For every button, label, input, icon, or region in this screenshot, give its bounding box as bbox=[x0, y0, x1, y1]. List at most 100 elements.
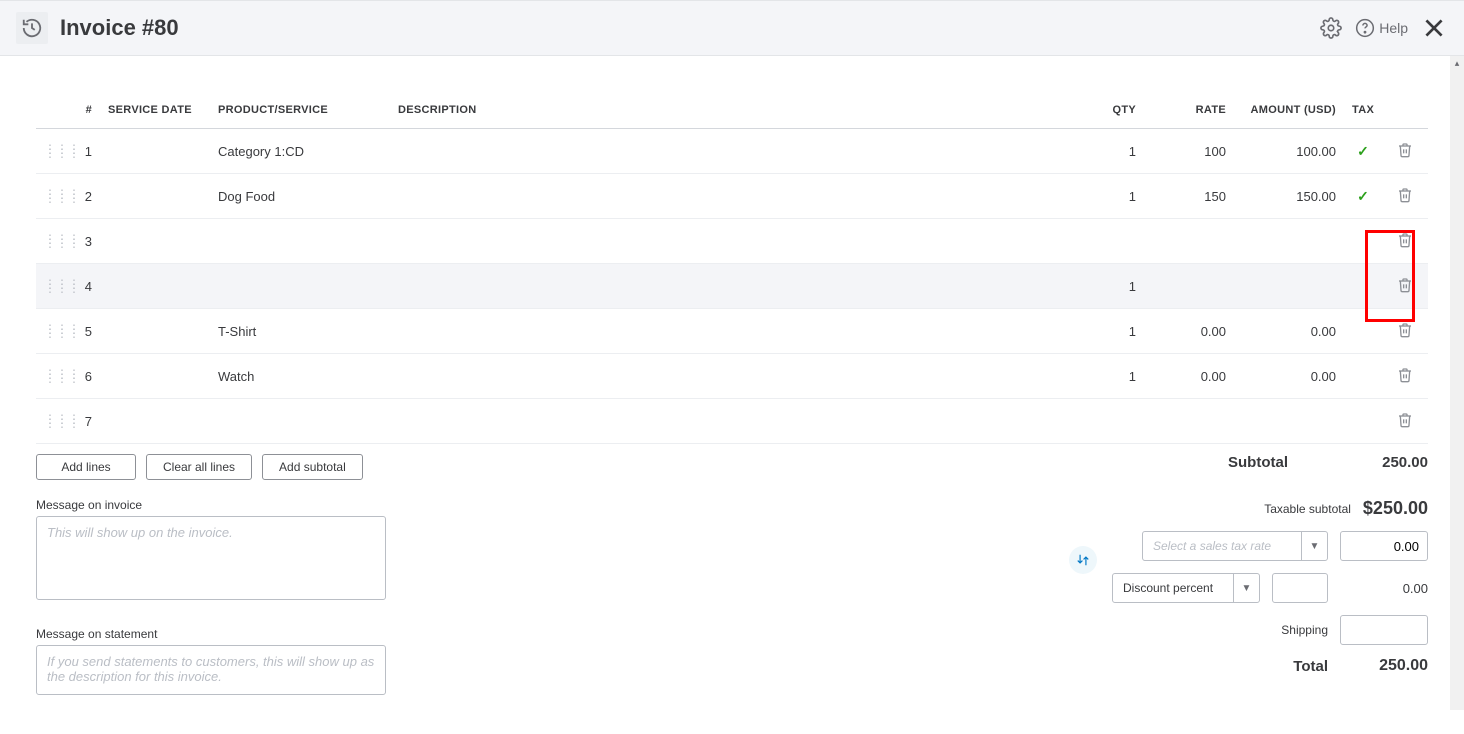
tax-rate-select[interactable]: Select a sales tax rate ▼ bbox=[1142, 531, 1328, 561]
recent-icon[interactable] bbox=[16, 12, 48, 44]
delete-row-button[interactable] bbox=[1382, 354, 1428, 399]
drag-handle-icon[interactable]: ⋮⋮⋮⋮⋮⋮ bbox=[36, 219, 64, 264]
line-items-table: # SERVICE DATE PRODUCT/SERVICE DESCRIPTI… bbox=[36, 92, 1428, 444]
amount-cell[interactable] bbox=[1234, 219, 1344, 264]
tax-cell[interactable] bbox=[1344, 399, 1382, 444]
product-cell[interactable]: T-Shirt bbox=[210, 309, 390, 354]
col-header-service-date: SERVICE DATE bbox=[100, 92, 210, 129]
product-cell[interactable]: Dog Food bbox=[210, 174, 390, 219]
gear-icon[interactable] bbox=[1319, 16, 1343, 40]
qty-cell[interactable]: 1 bbox=[1064, 129, 1144, 174]
subtotal-row: Subtotal 250.00 bbox=[1228, 454, 1428, 471]
tax-cell[interactable] bbox=[1344, 309, 1382, 354]
rate-cell[interactable] bbox=[1144, 399, 1234, 444]
delete-row-button[interactable] bbox=[1382, 129, 1428, 174]
qty-cell[interactable]: 1 bbox=[1064, 264, 1144, 309]
table-row[interactable]: ⋮⋮⋮⋮⋮⋮2Dog Food1150150.00✓ bbox=[36, 174, 1428, 219]
rate-cell[interactable]: 0.00 bbox=[1144, 309, 1234, 354]
trash-icon bbox=[1397, 412, 1413, 428]
table-row[interactable]: ⋮⋮⋮⋮⋮⋮3 bbox=[36, 219, 1428, 264]
drag-handle-icon[interactable]: ⋮⋮⋮⋮⋮⋮ bbox=[36, 174, 64, 219]
amount-cell[interactable]: 0.00 bbox=[1234, 354, 1344, 399]
service-date-cell[interactable] bbox=[100, 264, 210, 309]
check-icon: ✓ bbox=[1357, 188, 1369, 204]
delete-row-button[interactable] bbox=[1382, 399, 1428, 444]
swap-discount-shipping-icon[interactable] bbox=[1069, 546, 1097, 574]
qty-cell[interactable]: 1 bbox=[1064, 174, 1144, 219]
description-cell[interactable] bbox=[390, 309, 1064, 354]
tax-cell[interactable] bbox=[1344, 219, 1382, 264]
product-cell[interactable]: Category 1:CD bbox=[210, 129, 390, 174]
amount-cell[interactable]: 100.00 bbox=[1234, 129, 1344, 174]
amount-cell[interactable]: 150.00 bbox=[1234, 174, 1344, 219]
rate-cell[interactable] bbox=[1144, 219, 1234, 264]
table-row[interactable]: ⋮⋮⋮⋮⋮⋮1Category 1:CD1100100.00✓ bbox=[36, 129, 1428, 174]
service-date-cell[interactable] bbox=[100, 129, 210, 174]
rate-cell[interactable]: 100 bbox=[1144, 129, 1234, 174]
chevron-down-icon: ▼ bbox=[1233, 574, 1259, 602]
tax-rate-row: Select a sales tax rate ▼ bbox=[1083, 531, 1428, 561]
col-header-product: PRODUCT/SERVICE bbox=[210, 92, 390, 129]
qty-cell[interactable]: 1 bbox=[1064, 354, 1144, 399]
amount-cell[interactable]: 0.00 bbox=[1234, 309, 1344, 354]
table-row[interactable]: ⋮⋮⋮⋮⋮⋮41 bbox=[36, 264, 1428, 309]
amount-cell[interactable] bbox=[1234, 264, 1344, 309]
tax-cell[interactable]: ✓ bbox=[1344, 129, 1382, 174]
message-statement-input[interactable] bbox=[36, 645, 386, 695]
total-value: 250.00 bbox=[1340, 657, 1428, 675]
add-lines-button[interactable]: Add lines bbox=[36, 454, 136, 480]
message-invoice-input[interactable] bbox=[36, 516, 386, 600]
description-cell[interactable] bbox=[390, 219, 1064, 264]
service-date-cell[interactable] bbox=[100, 354, 210, 399]
drag-handle-icon[interactable]: ⋮⋮⋮⋮⋮⋮ bbox=[36, 129, 64, 174]
add-subtotal-button[interactable]: Add subtotal bbox=[262, 454, 363, 480]
drag-handle-icon[interactable]: ⋮⋮⋮⋮⋮⋮ bbox=[36, 399, 64, 444]
discount-value-input[interactable] bbox=[1272, 573, 1328, 603]
description-cell[interactable] bbox=[390, 354, 1064, 399]
clear-all-lines-button[interactable]: Clear all lines bbox=[146, 454, 252, 480]
service-date-cell[interactable] bbox=[100, 309, 210, 354]
check-icon: ✓ bbox=[1357, 143, 1369, 159]
qty-cell[interactable] bbox=[1064, 219, 1144, 264]
product-cell[interactable] bbox=[210, 264, 390, 309]
tax-amount-input[interactable] bbox=[1340, 531, 1428, 561]
help-button[interactable]: Help bbox=[1355, 18, 1408, 38]
page-header: Invoice #80 Help bbox=[0, 0, 1464, 56]
delete-row-button[interactable] bbox=[1382, 219, 1428, 264]
delete-row-button[interactable] bbox=[1382, 309, 1428, 354]
trash-icon bbox=[1397, 232, 1413, 248]
rate-cell[interactable]: 150 bbox=[1144, 174, 1234, 219]
description-cell[interactable] bbox=[390, 129, 1064, 174]
rate-cell[interactable] bbox=[1144, 264, 1234, 309]
rate-cell[interactable]: 0.00 bbox=[1144, 354, 1234, 399]
discount-type-select[interactable]: Discount percent ▼ bbox=[1112, 573, 1260, 603]
shipping-input[interactable] bbox=[1340, 615, 1428, 645]
product-cell[interactable] bbox=[210, 399, 390, 444]
drag-handle-icon[interactable]: ⋮⋮⋮⋮⋮⋮ bbox=[36, 264, 64, 309]
table-row[interactable]: ⋮⋮⋮⋮⋮⋮7 bbox=[36, 399, 1428, 444]
below-table-area: Add lines Clear all lines Add subtotal S… bbox=[36, 454, 1428, 480]
trash-icon bbox=[1397, 367, 1413, 383]
service-date-cell[interactable] bbox=[100, 399, 210, 444]
table-row[interactable]: ⋮⋮⋮⋮⋮⋮6Watch10.000.00 bbox=[36, 354, 1428, 399]
amount-cell[interactable] bbox=[1234, 399, 1344, 444]
tax-rate-select-text: Select a sales tax rate bbox=[1143, 539, 1301, 553]
tax-cell[interactable] bbox=[1344, 264, 1382, 309]
drag-handle-icon[interactable]: ⋮⋮⋮⋮⋮⋮ bbox=[36, 354, 64, 399]
description-cell[interactable] bbox=[390, 264, 1064, 309]
close-icon[interactable] bbox=[1420, 14, 1448, 42]
service-date-cell[interactable] bbox=[100, 219, 210, 264]
description-cell[interactable] bbox=[390, 174, 1064, 219]
delete-row-button[interactable] bbox=[1382, 174, 1428, 219]
tax-cell[interactable]: ✓ bbox=[1344, 174, 1382, 219]
delete-row-button[interactable] bbox=[1382, 264, 1428, 309]
drag-handle-icon[interactable]: ⋮⋮⋮⋮⋮⋮ bbox=[36, 309, 64, 354]
product-cell[interactable] bbox=[210, 219, 390, 264]
tax-cell[interactable] bbox=[1344, 354, 1382, 399]
qty-cell[interactable]: 1 bbox=[1064, 309, 1144, 354]
product-cell[interactable]: Watch bbox=[210, 354, 390, 399]
description-cell[interactable] bbox=[390, 399, 1064, 444]
table-row[interactable]: ⋮⋮⋮⋮⋮⋮5T-Shirt10.000.00 bbox=[36, 309, 1428, 354]
service-date-cell[interactable] bbox=[100, 174, 210, 219]
qty-cell[interactable] bbox=[1064, 399, 1144, 444]
